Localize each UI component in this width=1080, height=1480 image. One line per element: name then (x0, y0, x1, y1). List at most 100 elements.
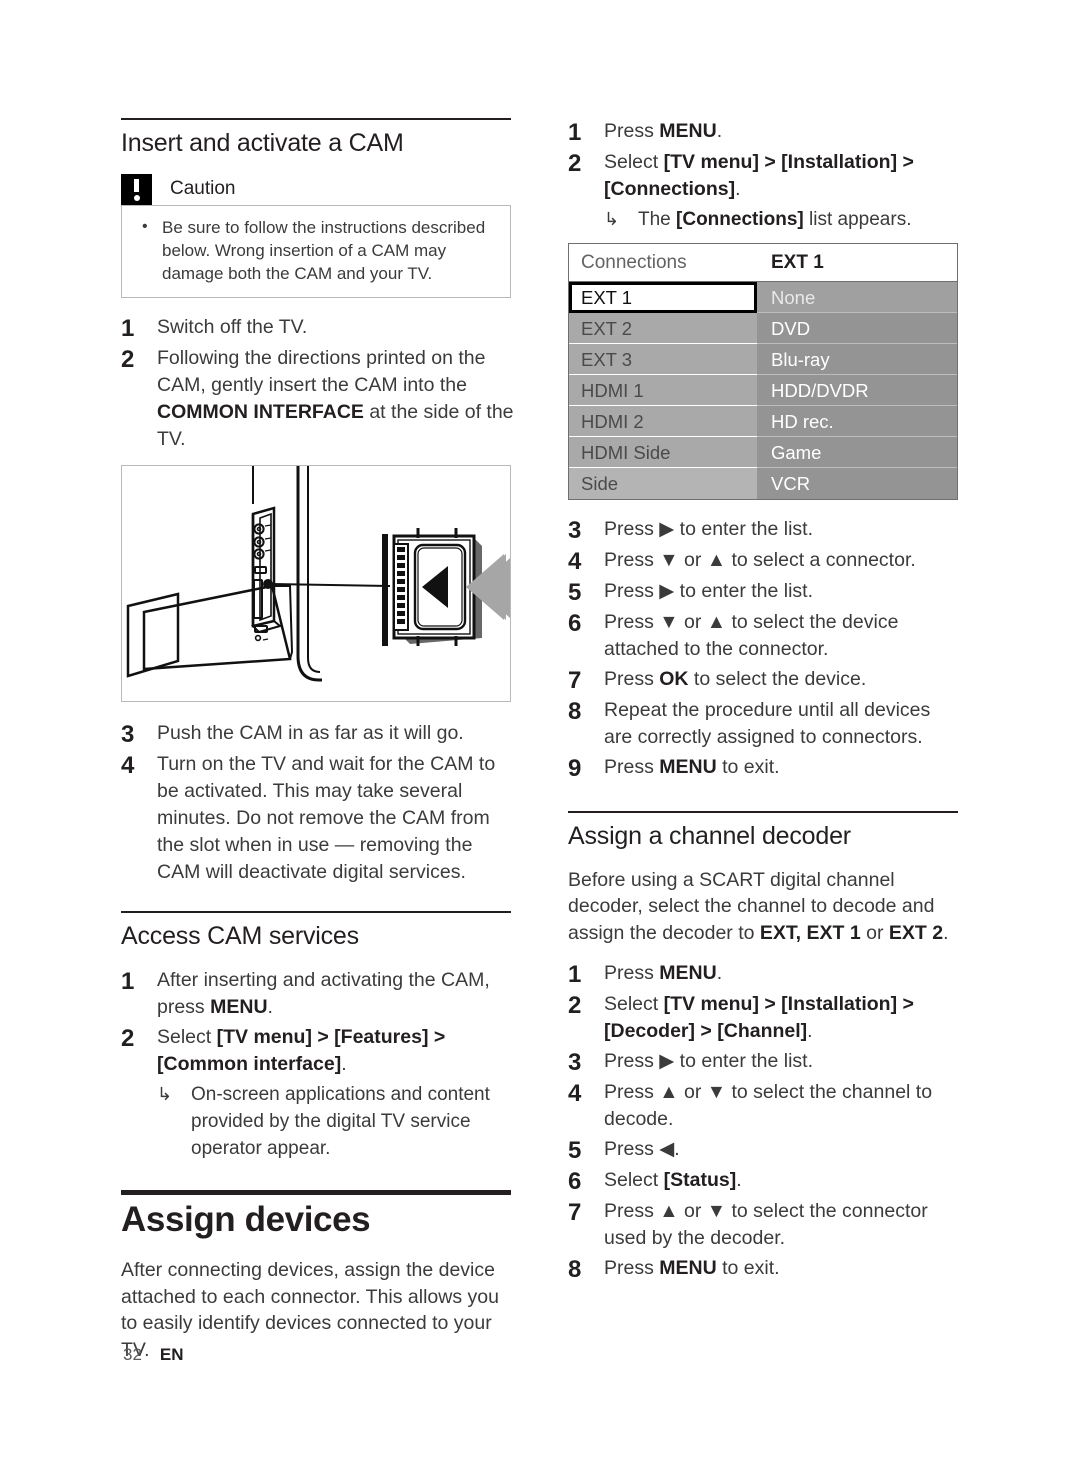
step-text: Press ▼ or ▲ to select the device attach… (604, 609, 963, 663)
section-rule (121, 118, 511, 120)
step-item: 6 Press ▼ or ▲ to select the device atta… (568, 609, 963, 663)
step-number: 4 (121, 751, 135, 779)
connector-cell[interactable]: HDMI 1 (569, 375, 757, 406)
step-text-pre: Press (604, 962, 660, 985)
step-text: Press ▶ to enter the list. (604, 1048, 963, 1076)
decoder-intro-emphasis: EXT, EXT 1 (759, 921, 861, 944)
step-text: Press ▲ or ▼ to select the channel to de… (604, 1079, 963, 1133)
step-text-post: . (341, 1052, 347, 1075)
step-item: 2 Following the directions printed on th… (121, 345, 516, 453)
step-text-post: . (807, 1020, 813, 1043)
step-item: 7 Press ▲ or ▼ to select the connector u… (568, 1198, 963, 1252)
cam-insertion-figure (121, 464, 511, 702)
decoder-intro-emphasis-2: EXT 2 (888, 921, 944, 944)
step-text-emphasis: COMMON INTERFACE (157, 400, 364, 423)
left-arrow-icon: ◀ (659, 1138, 675, 1161)
step-text: Press OK to select the device. (604, 666, 963, 694)
step-number: 5 (568, 1137, 582, 1165)
step-text-mid: or (678, 1081, 707, 1104)
decoder-steps: 1 Press MENU. 2 Select [TV menu] > [Inst… (568, 960, 963, 1283)
step-text: Press MENU to exit. (604, 1255, 963, 1283)
up-arrow-icon: ▲ (659, 1200, 679, 1223)
step-text-post: to exit. (716, 1257, 780, 1280)
connections-row-hdmi2[interactable]: HDMI 2 HD rec. (569, 406, 957, 437)
section-heading-insert-cam: Insert and activate a CAM (121, 129, 404, 157)
step-number: 4 (568, 1080, 582, 1108)
step-text-post: . (267, 995, 273, 1018)
device-cell[interactable]: HDD/DVDR (757, 375, 957, 406)
step-text: Repeat the procedure until all devices a… (604, 699, 931, 748)
chapter-heading-assign-devices: Assign devices (121, 1199, 371, 1239)
step-item: 5 Press ▶ to enter the list. (568, 578, 963, 606)
step-text: Select [TV menu] > [Features] > [Common … (157, 1024, 516, 1078)
step-item: 1 Press MENU. (568, 960, 963, 988)
connector-cell[interactable]: HDMI 2 (569, 406, 757, 437)
step-text-post: . (716, 962, 723, 985)
connector-cell[interactable]: EXT 2 (569, 313, 757, 344)
step-text: Select [TV menu] > [Installation] > [Con… (604, 149, 963, 203)
step-text-pre: Select (604, 1169, 664, 1192)
connections-row-ext3[interactable]: EXT 3 Blu-ray (569, 344, 957, 375)
step-text: After inserting and activating the CAM, … (157, 967, 516, 1021)
step-text-post: to enter the list. (674, 580, 814, 602)
step-item: 2 Select [TV menu] > [Installation] > [C… (568, 149, 963, 203)
step-number: 1 (568, 961, 582, 989)
step-text: Push the CAM in as far as it will go. (157, 721, 464, 744)
connections-osd-table[interactable]: Connections EXT 1 EXT 1 None EXT 2 DVD E… (568, 243, 958, 500)
page-language: EN (159, 1345, 184, 1364)
step-text-emphasis: MENU (659, 962, 717, 985)
connector-cell[interactable]: EXT 3 (569, 344, 757, 375)
step-item: 1 Press MENU. (568, 118, 963, 146)
insert-cam-steps-top: 1 Switch off the TV. 2 Following the dir… (121, 314, 516, 453)
connections-row-hdmi1[interactable]: HDMI 1 HDD/DVDR (569, 375, 957, 406)
connections-row-ext2[interactable]: EXT 2 DVD (569, 313, 957, 344)
subnote-text-pre: The (638, 209, 677, 230)
step-text: Following the directions printed on the … (157, 345, 516, 453)
device-cell[interactable]: Game (757, 437, 957, 468)
step-text-pre: Press (604, 756, 660, 778)
result-arrow-icon: ↳ (604, 209, 620, 229)
down-arrow-icon: ▼ (659, 611, 679, 633)
step-text: Press ▲ or ▼ to select the connector use… (604, 1198, 963, 1252)
device-cell[interactable]: DVD (757, 313, 957, 344)
step-number: 6 (568, 610, 582, 637)
step-item: 3 Press ▶ to enter the list. (568, 516, 963, 544)
step-number: 1 (121, 967, 135, 995)
step-number: 3 (568, 517, 582, 544)
step-text-pre: Press (604, 1200, 660, 1223)
left-column: Insert and activate a CAM Caution Be sur… (121, 118, 516, 1377)
connections-row-side[interactable]: Side VCR (569, 468, 957, 499)
step-number: 2 (121, 1024, 135, 1052)
device-cell[interactable]: HD rec. (757, 406, 957, 437)
step-number: 8 (568, 1256, 582, 1284)
step-number: 6 (568, 1168, 582, 1196)
device-cell[interactable]: VCR (757, 468, 957, 499)
page-footer: 32 EN (123, 1345, 184, 1365)
step-text: Press ◀. (604, 1136, 963, 1164)
connector-cell[interactable]: HDMI Side (569, 437, 757, 468)
right-arrow-icon: ▶ (659, 518, 675, 540)
step-number: 2 (568, 150, 582, 177)
device-cell[interactable]: Blu-ray (757, 344, 957, 375)
subnote-text-emphasis: [Connections] (676, 209, 804, 230)
step-item: 3 Press ▶ to enter the list. (568, 1048, 963, 1076)
device-cell[interactable]: None (757, 282, 957, 313)
step-text: Select [Status]. (604, 1167, 963, 1195)
connections-row-ext1[interactable]: EXT 1 None (569, 282, 957, 313)
connections-row-hdmi-side[interactable]: HDMI Side Game (569, 437, 957, 468)
step-text-emphasis: MENU (659, 120, 717, 142)
step-text-post: to exit. (716, 756, 780, 778)
caution-exclamation-icon (121, 173, 152, 205)
step-number: 1 (568, 119, 582, 146)
down-arrow-icon: ▼ (659, 549, 679, 571)
access-cam-steps: 1 After inserting and activating the CAM… (121, 967, 516, 1078)
chapter-rule (121, 1189, 511, 1195)
step-number: 2 (568, 992, 582, 1020)
step-item: 9 Press MENU to exit. (568, 754, 963, 782)
connector-cell[interactable]: Side (569, 468, 757, 499)
step-text-emphasis: OK (659, 668, 689, 690)
connector-cell[interactable]: EXT 1 (569, 282, 757, 313)
step-text-pre: Press (604, 1081, 660, 1104)
step-item: 7 Press OK to select the device. (568, 666, 963, 694)
step-text: Press ▼ or ▲ to select a connector. (604, 547, 963, 575)
